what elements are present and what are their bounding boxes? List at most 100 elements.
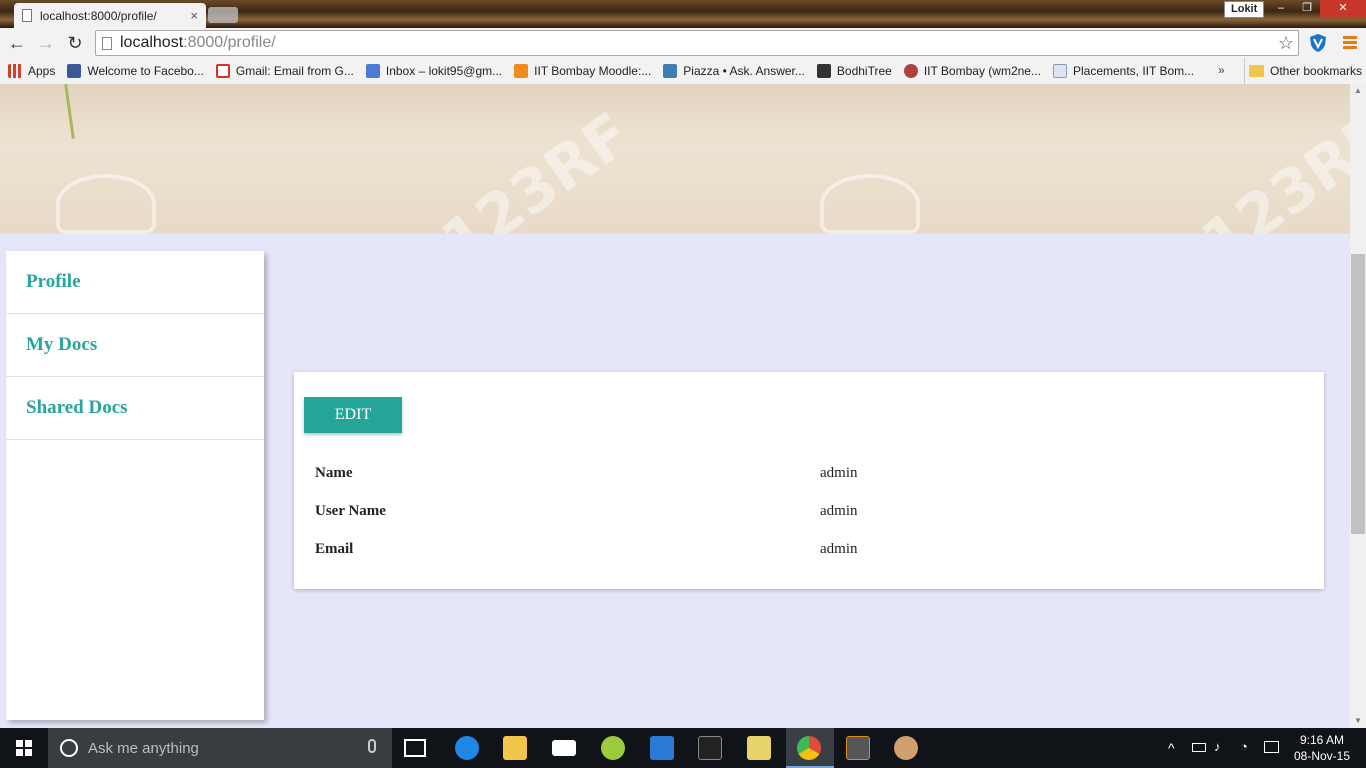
grass-blade [64,84,75,139]
tray-chevron-icon[interactable]: ^ [1168,740,1175,768]
watermark-logo [56,174,156,234]
browser-tab[interactable]: localhost:8000/profile/ × [14,3,206,28]
windows-logo-icon [16,740,32,756]
url-host: localhost [120,34,184,51]
tab-title: localhost:8000/profile/ [40,8,157,23]
bookmark-moodle[interactable]: IIT Bombay Moodle:... [514,64,651,78]
task-view-icon[interactable] [404,739,426,757]
bookmark-label: IIT Bombay (wm2ne... [923,64,1041,78]
other-bookmarks-label: Other bookmarks [1270,64,1363,78]
watermark-text: 123RF [429,99,644,234]
new-tab-button[interactable] [208,7,238,23]
taskbar-clock[interactable]: 9:16 AM 08-Nov-15 [1290,732,1354,764]
graduation-cap-icon [816,64,831,78]
sidebar-item-my-docs[interactable]: My Docs [6,314,264,377]
search-placeholder: Ask me anything [88,739,199,757]
microphone-icon[interactable] [368,739,376,753]
forward-icon[interactable]: → [35,32,57,54]
restore-icon[interactable]: ❐ [1294,0,1320,18]
edge-icon[interactable] [455,736,479,760]
field-label: User Name [315,503,386,519]
reload-icon[interactable]: ↻ [64,32,86,54]
page-icon [102,36,112,50]
window-titlebar: localhost:8000/profile/ × Lokit – ❐ ✕ [0,0,1366,28]
sidebar-item-shared-docs[interactable]: Shared Docs [6,377,264,440]
bookmark-placements[interactable]: Placements, IIT Bom... [1052,64,1195,78]
piazza-icon [663,64,678,78]
edit-button[interactable]: EDIT [304,397,402,433]
field-value: admin [820,465,858,481]
chrome-icon[interactable] [797,736,821,760]
bookmark-facebook[interactable]: Welcome to Facebo... [67,64,204,78]
watermark-text: 123RF [1189,99,1350,234]
field-value: admin [820,541,858,557]
profile-field-row: Email admin [315,541,1315,563]
battery-icon[interactable] [1192,743,1206,752]
field-label: Name [315,465,353,481]
scroll-up-icon[interactable]: ▲ [1350,84,1366,98]
scroll-down-icon[interactable]: ▼ [1350,714,1366,728]
profile-card: EDIT Name admin User Name admin Email ad… [294,372,1324,589]
sidebar-item-profile[interactable]: Profile [6,251,264,314]
bookmark-star-icon[interactable]: ☆ [1278,33,1294,54]
bookmark-iitb-wm2ne[interactable]: IIT Bombay (wm2ne... [903,64,1041,78]
bookmark-apps[interactable]: Apps [8,64,55,78]
address-bar[interactable]: localhost:8000/profile/ ☆ [95,30,1299,56]
windows-taskbar: Ask me anything ^ ♪ ◔ 9:16 AM 08-Nov-15 [0,728,1366,768]
app-icon-green[interactable] [601,736,625,760]
close-window-icon[interactable]: ✕ [1320,0,1366,18]
facebook-icon [67,64,82,78]
watermark-logo [820,174,920,234]
back-icon[interactable]: ← [6,32,28,54]
volume-icon[interactable]: ♪ [1214,739,1221,768]
other-bookmarks[interactable]: Other bookmarks [1244,58,1362,84]
bookmark-label: Gmail: Email from G... [235,64,354,78]
minimize-icon[interactable]: – [1268,0,1294,18]
cortana-search-box[interactable]: Ask me anything [48,728,392,768]
chrome-menu-icon[interactable] [1343,36,1357,50]
sublime-icon[interactable] [846,736,870,760]
browser-toolbar: ← → ↻ localhost:8000/profile/ ☆ [0,28,1366,58]
start-button[interactable] [0,728,48,768]
iitb-icon [903,64,918,78]
bookmarks-overflow-icon[interactable]: » [1218,63,1225,77]
bookmark-label: Piazza • Ask. Answer... [683,64,805,78]
apps-grid-icon [8,64,22,78]
shield-extension-icon[interactable] [1309,33,1327,53]
bookmark-label: Inbox – lokit95@gm... [385,64,503,78]
inbox-icon [365,64,380,78]
wifi-icon[interactable]: ◔ [1240,739,1248,768]
profile-name-button[interactable]: Lokit [1224,1,1265,18]
tab-close-icon[interactable]: × [190,8,198,23]
gmail-icon [215,64,230,78]
url-path: :8000/profile/ [183,34,276,51]
bookmark-bodhitree[interactable]: BodhiTree [816,64,892,78]
moodle-icon [514,64,529,78]
notifications-icon[interactable] [1264,741,1279,753]
url-text: localhost:8000/profile/ [120,34,276,52]
bookmark-piazza[interactable]: Piazza • Ask. Answer... [663,64,805,78]
page-scrollbar[interactable]: ▲ ▼ [1350,84,1366,728]
bookmark-label: BodhiTree [836,64,892,78]
folder-icon [1249,65,1264,77]
bookmark-label: IIT Bombay Moodle:... [534,64,652,78]
scroll-thumb[interactable] [1351,254,1365,534]
field-value: admin [820,503,858,519]
cortana-icon [60,739,78,757]
field-label: Email [315,541,354,557]
clock-date: 08-Nov-15 [1293,749,1351,763]
mail-icon[interactable] [552,740,576,756]
bookmark-gmail[interactable]: Gmail: Email from G... [215,64,354,78]
placements-icon [1052,64,1067,78]
app-icon-yellow[interactable] [747,736,771,760]
page-viewport: 123RF 123RF Profile My Docs Shared Docs … [0,84,1350,728]
header-banner-image: 123RF 123RF [0,84,1350,234]
terminal-icon[interactable] [698,736,722,760]
powershell-icon[interactable] [650,736,674,760]
bookmark-label: Placements, IIT Bom... [1072,64,1195,78]
file-explorer-icon[interactable] [503,736,527,760]
bookmark-inbox[interactable]: Inbox – lokit95@gm... [365,64,503,78]
bookmarks-bar: Apps Welcome to Facebo... Gmail: Email f… [0,58,1366,84]
bookmark-label: Welcome to Facebo... [87,64,204,78]
paint-icon[interactable] [894,736,918,760]
